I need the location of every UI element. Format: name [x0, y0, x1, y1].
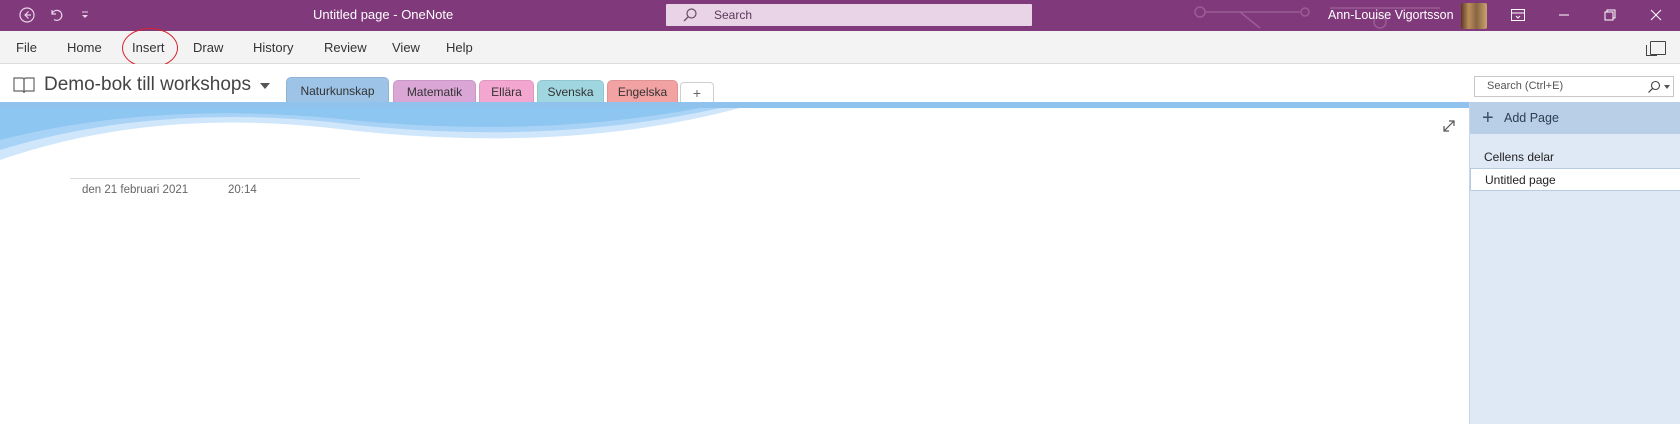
minimize-icon[interactable] [1546, 4, 1582, 26]
tab-review[interactable]: Review [324, 40, 367, 55]
sticky-notes-icon[interactable] [1646, 41, 1666, 56]
page-date: den 21 februari 2021 [82, 184, 189, 196]
add-section-button[interactable]: + [680, 82, 714, 102]
tab-help[interactable]: Help [446, 40, 473, 55]
page-time: 20:14 [228, 184, 257, 196]
search-icon[interactable] [1647, 80, 1661, 94]
page-item-untitled-page[interactable]: Untitled page [1470, 168, 1680, 191]
page-title-text: Untitled page [313, 7, 390, 22]
insert-tab-highlight-annotation [122, 28, 178, 68]
notebook-name[interactable]: Demo-bok till workshops [44, 74, 251, 96]
tab-home[interactable]: Home [67, 40, 102, 55]
quick-access-dropdown-icon[interactable] [75, 5, 95, 25]
section-tab-naturkunskap[interactable]: Naturkunskap [286, 77, 389, 103]
plus-icon: + [1482, 107, 1494, 129]
ribbon-display-options-icon[interactable] [1500, 4, 1536, 26]
chevron-down-icon[interactable] [260, 83, 270, 89]
notebook-icon[interactable] [12, 76, 36, 94]
title-search-box[interactable]: Search [666, 4, 1032, 26]
user-name[interactable]: Ann-Louise Vigortsson [1328, 8, 1454, 22]
page-header-wave [0, 108, 740, 160]
section-tab-matematik[interactable]: Matematik [393, 80, 476, 102]
app-name: OneNote [401, 7, 454, 22]
window-title: Untitled page - OneNote [313, 7, 453, 22]
pages-pane: + Add Page Cellens delar Untitled page [1469, 102, 1680, 424]
ribbon-tabs: File Home Insert Draw History Review Vie… [0, 31, 1680, 64]
title-separator: - [389, 7, 402, 22]
add-page-label: Add Page [1504, 111, 1559, 125]
avatar[interactable] [1461, 3, 1487, 29]
tab-file[interactable]: File [16, 40, 37, 55]
section-tab-engelska[interactable]: Engelska [607, 80, 678, 102]
tab-history[interactable]: History [253, 40, 293, 55]
tab-view[interactable]: View [392, 40, 420, 55]
page-title-field[interactable] [70, 178, 360, 179]
notebook-search-input[interactable]: Search (Ctrl+E) [1474, 76, 1674, 97]
page-canvas[interactable] [0, 108, 1469, 424]
add-page-button[interactable]: + Add Page [1470, 102, 1680, 134]
section-tab-svenska[interactable]: Svenska [537, 80, 604, 102]
tab-draw[interactable]: Draw [193, 40, 223, 55]
search-icon [683, 8, 697, 22]
title-bar: Untitled page - OneNote Search Ann-Louis… [0, 0, 1680, 31]
restore-icon[interactable] [1592, 4, 1628, 26]
search-placeholder: Search [714, 8, 753, 22]
page-item-cellens-delar[interactable]: Cellens delar [1470, 146, 1680, 169]
section-tab-ellara[interactable]: Ellära [479, 80, 534, 102]
back-icon[interactable] [17, 5, 37, 25]
search-scope-dropdown-icon[interactable] [1664, 85, 1670, 89]
expand-icon[interactable] [1441, 118, 1457, 134]
close-icon[interactable] [1638, 4, 1674, 26]
undo-icon[interactable] [46, 5, 66, 25]
notebook-bar [0, 64, 1680, 102]
notebook-search-placeholder: Search (Ctrl+E) [1487, 80, 1564, 92]
